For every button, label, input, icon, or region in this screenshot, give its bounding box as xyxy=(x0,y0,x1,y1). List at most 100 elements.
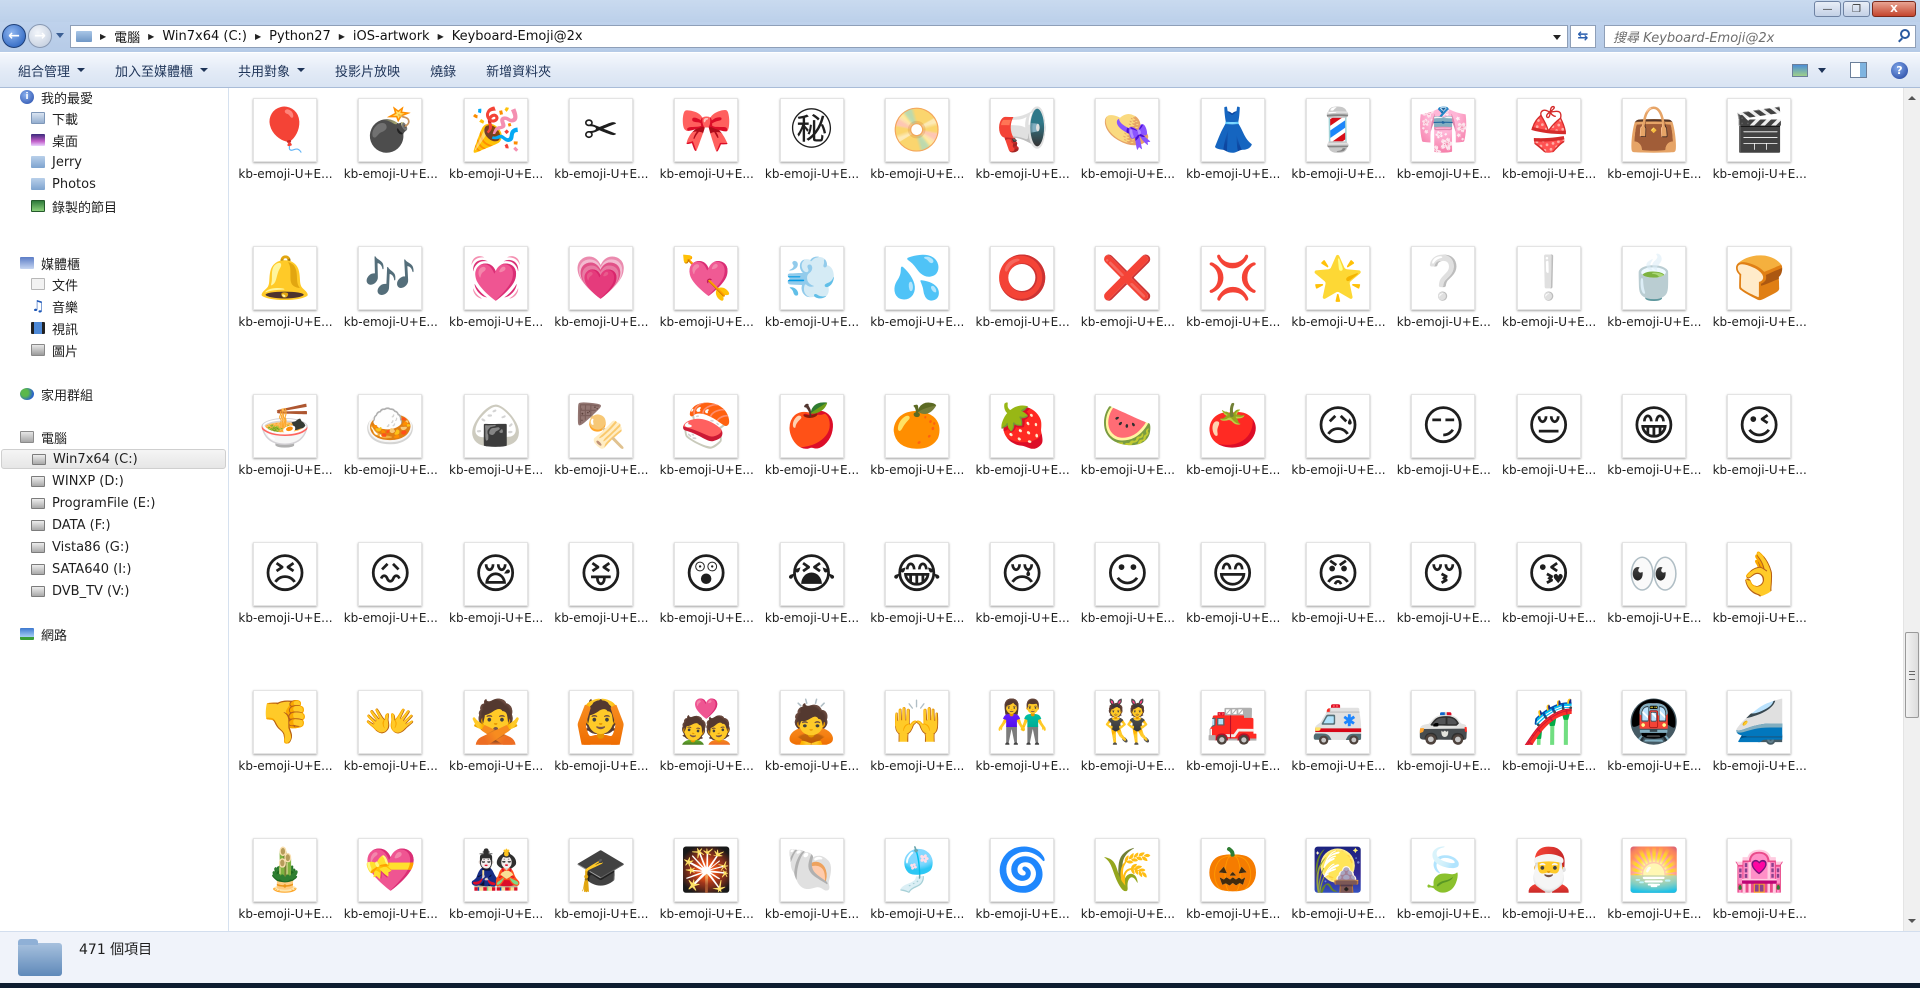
file-item[interactable]: 😥 kb-emoji-U+E... xyxy=(1286,384,1391,484)
refresh-button[interactable]: ⇆ xyxy=(1570,25,1596,48)
chevron-right-icon[interactable]: ▶ xyxy=(100,32,106,41)
file-item[interactable]: 🚇 kb-emoji-U+E... xyxy=(1602,680,1707,780)
file-item[interactable]: 🚓 kb-emoji-U+E... xyxy=(1391,680,1496,780)
file-item[interactable]: 🎀 kb-emoji-U+E... xyxy=(654,88,759,188)
forward-button[interactable]: → xyxy=(28,24,52,48)
file-item[interactable]: 🌟 kb-emoji-U+E... xyxy=(1286,236,1391,336)
file-item[interactable]: 🍜 kb-emoji-U+E... xyxy=(233,384,338,484)
maximize-button[interactable]: ❐ xyxy=(1843,1,1870,17)
file-item[interactable]: 💨 kb-emoji-U+E... xyxy=(760,236,865,336)
file-item[interactable]: 👘 kb-emoji-U+E... xyxy=(1391,88,1496,188)
chevron-right-icon[interactable]: ▶ xyxy=(339,32,345,41)
file-item[interactable]: ㊙ kb-emoji-U+E... xyxy=(760,88,865,188)
file-item[interactable]: 🐚 kb-emoji-U+E... xyxy=(760,828,865,928)
file-item[interactable]: 🍃 kb-emoji-U+E... xyxy=(1391,828,1496,928)
file-item[interactable]: 🙇 kb-emoji-U+E... xyxy=(760,680,865,780)
file-item[interactable]: 😉 kb-emoji-U+E... xyxy=(1707,384,1812,484)
file-item[interactable]: 🏩 kb-emoji-U+E... xyxy=(1707,828,1812,928)
search-icon[interactable] xyxy=(1900,29,1910,39)
file-item[interactable]: 💢 kb-emoji-U+E... xyxy=(1181,236,1286,336)
file-item[interactable]: 🎑 kb-emoji-U+E... xyxy=(1286,828,1391,928)
file-item[interactable]: 😣 kb-emoji-U+E... xyxy=(233,532,338,632)
sidebar-group-favorites[interactable]: i 我的最愛 xyxy=(20,87,93,107)
file-item[interactable]: 🙆 kb-emoji-U+E... xyxy=(549,680,654,780)
file-item[interactable]: ❔ kb-emoji-U+E... xyxy=(1391,236,1496,336)
sidebar-group-homegroup[interactable]: 家用群組 xyxy=(20,384,93,404)
file-item[interactable]: 💝 kb-emoji-U+E... xyxy=(338,828,443,928)
file-item[interactable]: 🎶 kb-emoji-U+E... xyxy=(338,236,443,336)
sidebar-item-desktop[interactable]: 桌面 xyxy=(0,130,227,150)
file-item[interactable]: ❌ kb-emoji-U+E... xyxy=(1075,236,1180,336)
sidebar-group-network[interactable]: 網路 xyxy=(20,624,67,644)
chevron-right-icon[interactable]: ▶ xyxy=(255,32,261,41)
scroll-down-arrow-icon[interactable] xyxy=(1908,919,1916,923)
scrollbar-thumb[interactable] xyxy=(1905,632,1919,719)
file-item[interactable]: 🍣 kb-emoji-U+E... xyxy=(654,384,759,484)
file-item[interactable]: 🍛 kb-emoji-U+E... xyxy=(338,384,443,484)
file-item[interactable]: 🎢 kb-emoji-U+E... xyxy=(1497,680,1602,780)
sidebar-item-recorded-tv[interactable]: 錄製的節目 xyxy=(0,196,227,216)
file-item[interactable]: 🔔 kb-emoji-U+E... xyxy=(233,236,338,336)
file-item[interactable]: 🎎 kb-emoji-U+E... xyxy=(444,828,549,928)
file-item[interactable]: 🎈 kb-emoji-U+E... xyxy=(233,88,338,188)
file-item[interactable]: 🍢 kb-emoji-U+E... xyxy=(549,384,654,484)
sidebar-item-pictures[interactable]: 圖片 xyxy=(0,340,227,360)
file-item[interactable]: 😄 kb-emoji-U+E... xyxy=(1181,532,1286,632)
vertical-scrollbar[interactable] xyxy=(1903,88,1920,931)
sidebar-item-drive-f[interactable]: DATA (F:) xyxy=(0,515,227,535)
sidebar-item-downloads[interactable]: 下載 xyxy=(0,108,227,128)
file-item[interactable]: 👌 kb-emoji-U+E... xyxy=(1707,532,1812,632)
add-to-library-menu[interactable]: 加入至媒體櫃 xyxy=(115,61,209,80)
file-item[interactable]: 💑 kb-emoji-U+E... xyxy=(654,680,759,780)
file-item[interactable]: 💈 kb-emoji-U+E... xyxy=(1286,88,1391,188)
file-item[interactable]: 😘 kb-emoji-U+E... xyxy=(1497,532,1602,632)
file-item[interactable]: 🍓 kb-emoji-U+E... xyxy=(970,384,1075,484)
address-bar[interactable]: ▶ 電腦 ▶ Win7x64 (C:) ▶ Python27 ▶ iOS-art… xyxy=(70,25,1568,48)
file-item[interactable]: 😁 kb-emoji-U+E... xyxy=(1602,384,1707,484)
file-item[interactable]: 😔 kb-emoji-U+E... xyxy=(1497,384,1602,484)
file-item[interactable]: ☺ kb-emoji-U+E... xyxy=(1075,532,1180,632)
sidebar-item-photos[interactable]: Photos xyxy=(0,174,227,194)
file-item[interactable]: 👗 kb-emoji-U+E... xyxy=(1181,88,1286,188)
file-item[interactable]: 😲 kb-emoji-U+E... xyxy=(654,532,759,632)
file-item[interactable]: 🎇 kb-emoji-U+E... xyxy=(654,828,759,928)
file-item[interactable]: 👯 kb-emoji-U+E... xyxy=(1075,680,1180,780)
recent-pages-dropdown[interactable] xyxy=(56,33,64,38)
file-item[interactable]: 🍉 kb-emoji-U+E... xyxy=(1075,384,1180,484)
help-icon[interactable]: ? xyxy=(1891,61,1908,79)
file-item[interactable]: 🎓 kb-emoji-U+E... xyxy=(549,828,654,928)
sidebar-item-drive-v[interactable]: DVB_TV (V:) xyxy=(0,581,227,601)
file-item[interactable]: 🌀 kb-emoji-U+E... xyxy=(970,828,1075,928)
sidebar-item-drive-d[interactable]: WINXP (D:) xyxy=(0,471,227,491)
chevron-right-icon[interactable]: ▶ xyxy=(438,32,444,41)
file-item[interactable]: 👒 kb-emoji-U+E... xyxy=(1075,88,1180,188)
sidebar-item-jerry[interactable]: Jerry xyxy=(0,152,227,172)
file-item[interactable]: 🎅 kb-emoji-U+E... xyxy=(1497,828,1602,928)
sidebar-item-drive-c[interactable]: Win7x64 (C:) xyxy=(1,449,226,469)
chevron-right-icon[interactable]: ▶ xyxy=(148,32,154,41)
file-item[interactable]: 👎 kb-emoji-U+E... xyxy=(233,680,338,780)
view-options-dropdown[interactable] xyxy=(1818,67,1826,73)
sidebar-item-videos[interactable]: 視訊 xyxy=(0,318,227,338)
sidebar-group-libraries[interactable]: 媒體櫃 xyxy=(20,253,80,273)
file-item[interactable]: 🍵 kb-emoji-U+E... xyxy=(1602,236,1707,336)
scroll-up-arrow-icon[interactable] xyxy=(1908,96,1916,100)
file-item[interactable]: 👜 kb-emoji-U+E... xyxy=(1602,88,1707,188)
breadcrumb-computer[interactable]: 電腦 xyxy=(114,27,140,46)
file-item[interactable]: 🙅 kb-emoji-U+E... xyxy=(444,680,549,780)
file-item[interactable]: 😭 kb-emoji-U+E... xyxy=(760,532,865,632)
breadcrumb-python27[interactable]: Python27 xyxy=(269,29,331,44)
file-item[interactable]: 🎉 kb-emoji-U+E... xyxy=(444,88,549,188)
file-item[interactable]: 🙌 kb-emoji-U+E... xyxy=(865,680,970,780)
file-item[interactable]: 🚑 kb-emoji-U+E... xyxy=(1286,680,1391,780)
file-item[interactable]: 😡 kb-emoji-U+E... xyxy=(1286,532,1391,632)
file-item[interactable]: ✂ kb-emoji-U+E... xyxy=(549,88,654,188)
file-item[interactable]: 🎃 kb-emoji-U+E... xyxy=(1181,828,1286,928)
file-item[interactable]: 👙 kb-emoji-U+E... xyxy=(1497,88,1602,188)
file-item[interactable]: 🍅 kb-emoji-U+E... xyxy=(1181,384,1286,484)
sidebar-item-documents[interactable]: 文件 xyxy=(0,274,227,294)
preview-pane-icon[interactable] xyxy=(1850,62,1867,78)
share-with-menu[interactable]: 共用對象 xyxy=(238,61,306,80)
file-item[interactable]: 👐 kb-emoji-U+E... xyxy=(338,680,443,780)
organize-menu[interactable]: 組合管理 xyxy=(18,61,86,80)
